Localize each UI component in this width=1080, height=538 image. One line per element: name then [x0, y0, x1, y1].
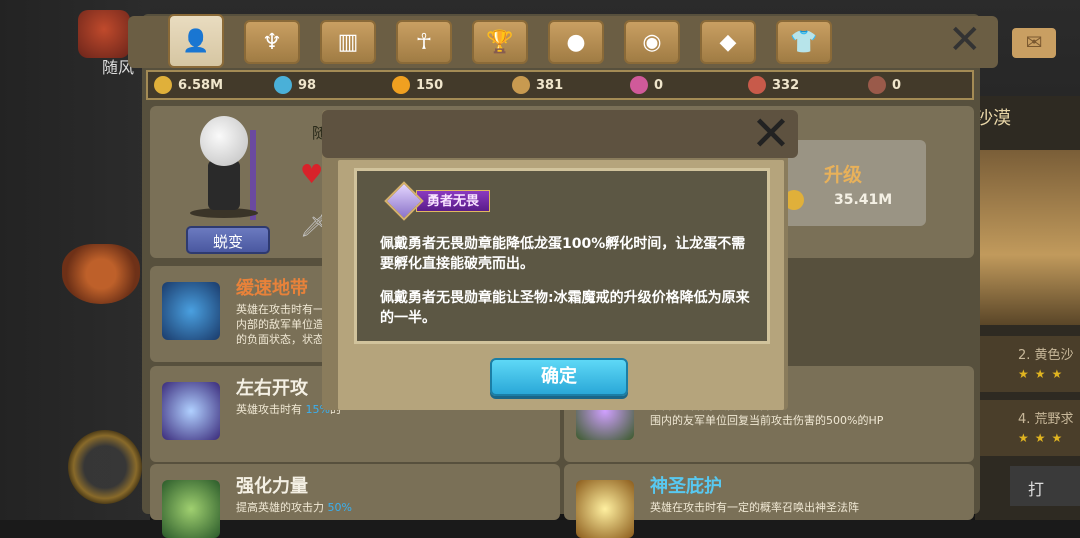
resource-value: 150	[416, 77, 444, 93]
horned-helmet-icon: ♆	[262, 29, 282, 55]
stage-row[interactable]: 2. 黄色沙 ★★★	[980, 336, 1080, 392]
medal-name: 勇者无畏	[416, 190, 491, 212]
flag-label: 打	[1028, 480, 1045, 499]
medal-badge: 勇者无畏	[384, 181, 491, 221]
orb-icon: ●	[566, 29, 586, 55]
red-shard-icon	[748, 76, 766, 94]
resource-red-shard: 332	[748, 76, 799, 94]
upgrade-label: 升级	[824, 164, 863, 186]
skill-card-holy-shield[interactable]: 神圣庇护 英雄在攻击时有一定的概率召唤出神圣法阵	[564, 464, 974, 538]
resource-value: 6.58M	[178, 77, 224, 93]
resource-pink-shard: 0	[630, 76, 663, 94]
dialog-close-icon[interactable]: ✕	[748, 110, 794, 158]
fence-icon: ▥	[337, 29, 359, 55]
resource-dark-coin: 0	[868, 76, 901, 94]
skill-name: 神圣庇护	[650, 476, 722, 497]
skill-name: 左右开攻	[236, 378, 308, 399]
skill-desc: 英雄在攻击时有一定的概率召唤出神圣法阵	[650, 501, 859, 514]
star-rating: ★★★	[1018, 431, 1069, 445]
ankh-icon: ☥	[415, 29, 433, 55]
stage-row-label: 2. 黄色沙	[1018, 348, 1074, 363]
hero-icon: 👤	[182, 28, 210, 54]
gem-icon: ◆	[719, 29, 737, 55]
shirt-icon: 👕	[790, 29, 818, 55]
crest-emblem-icon[interactable]	[68, 430, 142, 504]
tab-trophy[interactable]: 🏆	[472, 20, 528, 64]
pink-shard-icon	[630, 76, 648, 94]
dual-blade-icon	[162, 382, 220, 440]
skill-name: 缓速地带	[236, 278, 308, 299]
tab-hero[interactable]: 👤	[168, 14, 224, 68]
skill-desc: 提高英雄的攻击力 50%	[236, 501, 352, 514]
close-icon[interactable]: ✕	[948, 20, 984, 60]
flag-button[interactable]: 打	[1010, 466, 1080, 506]
resource-gold: 6.58M	[154, 76, 223, 94]
resource-crystal: 98	[274, 76, 316, 94]
slow-zone-icon	[162, 282, 220, 340]
dark-coin-icon	[868, 76, 886, 94]
resource-value: 98	[298, 77, 317, 93]
hero-character[interactable]	[190, 116, 262, 220]
tab-shirt[interactable]: 👕	[776, 20, 832, 64]
skill-card-strength[interactable]: 强化力量 提高英雄的攻击力 50%	[150, 464, 560, 538]
orange-orb-icon	[392, 76, 410, 94]
skill-name: 强化力量	[236, 476, 308, 497]
player-avatar[interactable]	[78, 10, 130, 58]
tab-horned-helmet[interactable]: ♆	[244, 20, 300, 64]
holy-shield-icon	[576, 480, 634, 538]
stage-title: 沙漠	[975, 108, 1011, 129]
resource-value: 332	[772, 77, 800, 93]
star-shard-icon	[512, 76, 530, 94]
gold-icon	[154, 76, 172, 94]
dialog-paragraph-2: 佩戴勇者无畏勋章能让圣物:冰霜魔戒的升级价格降低为原来的一半。	[380, 290, 750, 326]
tab-fence[interactable]: ▥	[320, 20, 376, 64]
resource-value: 0	[892, 77, 902, 93]
tab-dragon-egg[interactable]: ◉	[624, 20, 680, 64]
winged-emblem-icon[interactable]	[62, 244, 140, 304]
dragon-egg-icon: ◉	[642, 29, 662, 55]
strength-icon	[162, 480, 220, 538]
mail-icon[interactable]: ✉	[1012, 28, 1056, 58]
trophy-icon: 🏆	[486, 29, 514, 55]
resource-value: 381	[536, 77, 564, 93]
upgrade-cost: 35.41M	[834, 192, 893, 208]
confirm-button[interactable]: 确定	[490, 358, 628, 396]
stage-row[interactable]: 4. 荒野求 ★★★	[980, 400, 1080, 456]
tab-ankh[interactable]: ☥	[396, 20, 452, 64]
resource-star-shard: 381	[512, 76, 563, 94]
crystal-icon	[274, 76, 292, 94]
resource-value: 0	[654, 77, 664, 93]
dialog-header	[322, 110, 798, 158]
heart-icon: ♥	[300, 160, 324, 190]
transform-button[interactable]: 蜕变	[186, 226, 270, 254]
stage-row-label: 4. 荒野求	[1018, 412, 1074, 427]
desert-scene-image	[978, 150, 1080, 325]
tab-orb[interactable]: ●	[548, 20, 604, 64]
resource-orange-orb: 150	[392, 76, 443, 94]
star-rating: ★★★	[1018, 367, 1069, 381]
dialog-paragraph-1: 佩戴勇者无畏勋章能降低龙蛋100%孵化时间，让龙蛋不需要孵化直接能破壳而出。	[380, 236, 746, 272]
tab-gem[interactable]: ◆	[700, 20, 756, 64]
